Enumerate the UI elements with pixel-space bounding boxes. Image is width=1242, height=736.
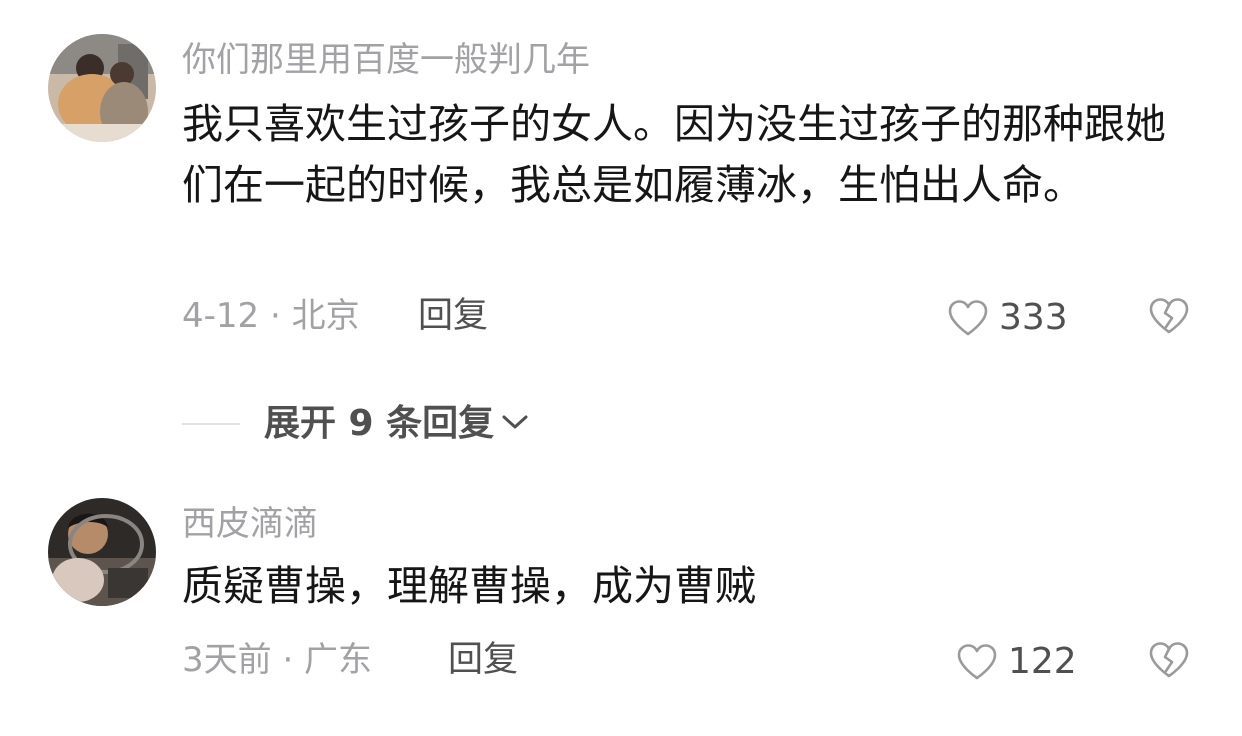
dislike-button[interactable] (1147, 640, 1191, 684)
heart-outline-icon (947, 299, 989, 337)
like-count: 333 (999, 297, 1068, 338)
comment-meta: 3天前 · 广东 (182, 640, 373, 680)
broken-heart-icon (1147, 298, 1191, 340)
heart-outline-icon (956, 643, 998, 681)
expand-replies-label: 展开 9 条回复 (264, 403, 495, 444)
chevron-down-icon (500, 412, 530, 436)
comment-content: 我只喜欢生过孩子的女人。因为没生过孩子的那种跟她们在一起的时候，我总是如履薄冰，… (182, 100, 1166, 209)
comment-content: 质疑曹操，理解曹操，成为曹贼 (182, 562, 756, 610)
like-count: 122 (1008, 641, 1077, 682)
like-button[interactable]: 333 (947, 296, 1068, 340)
broken-heart-icon (1147, 642, 1191, 684)
dislike-button[interactable] (1147, 296, 1191, 340)
divider-line (182, 423, 240, 425)
expand-replies-button[interactable]: 展开 9 条回复 (264, 402, 530, 446)
reply-button[interactable]: 回复 (448, 640, 518, 680)
reply-button[interactable]: 回复 (418, 296, 488, 336)
avatar[interactable] (48, 34, 156, 142)
avatar[interactable] (48, 498, 156, 606)
expand-replies-row: 展开 9 条回复 (182, 402, 530, 446)
comment-item: 你们那里用百度一般判几年 我只喜欢生过孩子的女人。因为没生过孩子的那种跟她们在一… (0, 0, 1242, 360)
comment-username[interactable]: 西皮滴滴 (182, 504, 318, 544)
comment-username[interactable]: 你们那里用百度一般判几年 (182, 40, 590, 80)
comment-item: 西皮滴滴 质疑曹操，理解曹操，成为曹贼 3天前 · 广东 回复 122 (0, 490, 1242, 736)
like-button[interactable]: 122 (956, 640, 1077, 684)
comment-meta: 4-12 · 北京 (182, 296, 360, 336)
